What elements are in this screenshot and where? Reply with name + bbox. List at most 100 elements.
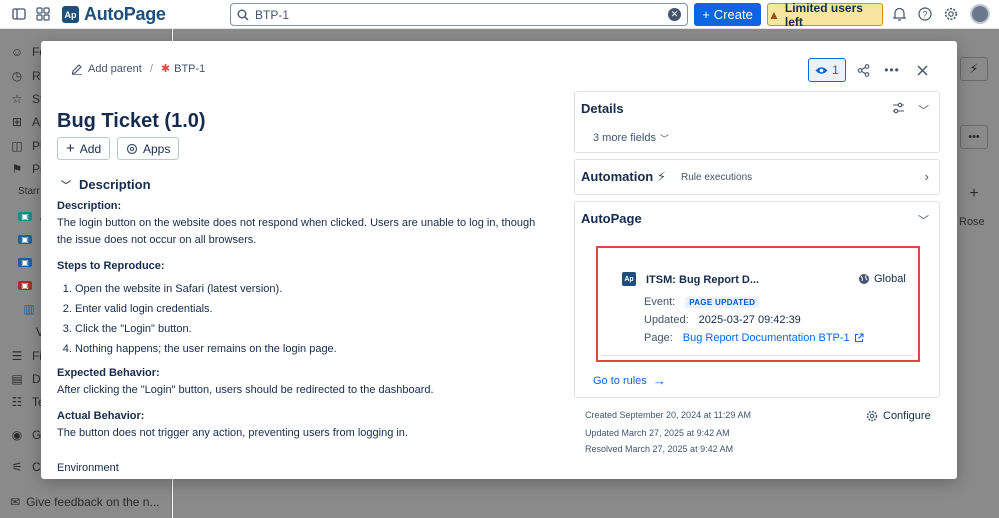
sidebar-toggle-icon[interactable] [8,3,30,25]
clear-search-icon[interactable]: ✕ [668,8,681,21]
issue-key-label: BTP-1 [174,63,205,75]
configure-button[interactable]: Configure [866,410,931,422]
eye-icon [815,66,828,75]
breadcrumb: Add parent / ✱ BTP-1 [71,62,205,75]
list-item: Nothing happens; the user remains on the… [75,341,547,358]
sidebar-board-item[interactable]: ▥ [22,302,36,316]
automation-panel[interactable]: Automation ⚡ Rule executions › [574,159,940,195]
create-label: Create [714,7,753,22]
close-icon [917,65,928,76]
updated-date: Updated March 27, 2025 at 9:42 AM [585,428,730,438]
issue-key-link[interactable]: ✱ BTP-1 [161,62,205,75]
sidebar-item-projects[interactable]: ⚑Pr [10,162,44,176]
description-text: The login button on the website does not… [57,215,547,249]
resolved-date: Resolved March 27, 2025 at 9:42 AM [585,444,733,454]
issue-title[interactable]: Bug Ticket (1.0) [57,110,206,133]
bg-lightning-icon: ⚡ [960,57,988,81]
autopage-rule-name[interactable]: ITSM: Bug Report D... [646,274,759,286]
give-feedback-link[interactable]: ✉ Give feedback on the n... [10,495,159,509]
notifications-icon[interactable] [888,3,910,25]
page-row: Page: Bug Report Documentation BTP-1 [644,332,864,344]
bg-plus-icon: + [960,180,988,208]
configure-label: Configure [883,410,931,422]
description-body[interactable]: Description: The login button on the web… [57,198,547,477]
project-icon: ▣ [18,235,32,244]
go-to-rules-link[interactable]: Go to rules → [593,373,666,388]
list-item: Click the "Login" button. [75,321,547,338]
updated-row: Updated: 2025-03-27 09:42:39 [644,314,801,326]
chevron-down-icon: ﹀ [660,132,669,145]
person-icon: ☺ [10,45,24,59]
bug-icon: ✱ [161,62,170,75]
event-label: Event: [644,296,675,308]
close-button[interactable] [910,58,934,82]
more-icon: ••• [884,63,900,77]
add-label: Add [80,142,101,156]
customize-icon: ⚟ [10,460,24,474]
apps-icon: ⊞ [10,115,24,129]
app-switcher-icon[interactable] [32,3,54,25]
external-link-icon [854,333,864,343]
autopage-highlight-card: Ap ITSM: Bug Report D... Global Event: P… [596,246,920,362]
autopage-title[interactable]: AutoPage [581,211,642,226]
app-name: AutoPage [84,4,166,25]
issue-modal: Add parent / ✱ BTP-1 1 ••• Bug Ticket (1… [41,41,957,479]
chevron-down-icon[interactable]: ﹀ [918,212,929,228]
share-icon [857,64,870,77]
sidebar-item-plans[interactable]: ◫Pl [10,139,43,153]
limited-users-button[interactable]: ▲ Limited users left [767,3,883,26]
edit-icon [71,63,83,75]
created-date: Created September 20, 2024 at 11:29 AM [585,410,751,420]
user-avatar[interactable] [970,4,990,24]
warning-icon: ▲ [768,8,780,22]
clock-icon: ◷ [10,69,24,83]
apps-label: Apps [143,142,170,156]
board-icon: ▥ [22,302,36,316]
list-item: Enter valid login credentials. [75,301,547,318]
arrow-right-icon: → [653,373,666,388]
page-link[interactable]: Bug Report Documentation BTP-1 [683,332,864,344]
add-parent-link[interactable]: Add parent [71,63,142,75]
settings-gear-icon[interactable] [940,3,962,25]
updated-label: Updated: [644,314,689,326]
autopage-panel: AutoPage ﹀ Ap ITSM: Bug Report D... Glob… [574,201,940,398]
plus-icon: + [702,7,710,22]
projects-icon: ⚑ [10,162,24,176]
search-value: BTP-1 [255,8,662,22]
autopage-card[interactable]: Ap ITSM: Bug Report D... Global Event: P… [602,252,914,356]
expected-text: After clicking the "Login" button, users… [57,382,547,399]
search-input[interactable]: BTP-1 ✕ [230,3,688,26]
bg-more-icon: ••• [960,125,988,149]
more-fields-label: 3 more fields [593,132,656,145]
steps-list: Open the website in Safari (latest versi… [75,281,547,358]
megaphone-icon: ✉ [10,495,20,509]
apps-button[interactable]: Apps [117,137,179,160]
autopage-logo-icon: Ap [622,272,636,286]
chevron-down-icon[interactable]: ﹀ [918,102,929,118]
star-icon: ☆ [10,92,24,106]
goals-icon: ◉ [10,428,24,442]
create-button[interactable]: + Create [694,3,761,26]
event-row: Event: PAGE UPDATED [644,296,759,308]
watch-button[interactable]: 1 [808,58,846,82]
lightning-icon: ⚡ [657,169,666,185]
search-icon [237,9,249,21]
sidebar-item-teams[interactable]: ☷Te [10,395,45,409]
list-item: Open the website in Safari (latest versi… [75,281,547,298]
plus-icon: + [66,140,75,157]
page-label: Page: [644,332,673,344]
details-settings-icon[interactable] [892,102,905,117]
more-actions-button[interactable]: ••• [880,58,904,82]
help-icon[interactable]: ? [914,3,936,25]
details-title[interactable]: Details [581,101,624,116]
app-logo[interactable]: Ap AutoPage [62,4,166,25]
description-toggle[interactable]: ﹀ Description [61,177,151,192]
more-fields-toggle[interactable]: 3 more fields ﹀ [593,132,669,145]
add-button[interactable]: + Add [57,137,110,160]
share-button[interactable] [851,58,875,82]
limited-users-label: Limited users left [785,1,882,29]
sidebar-item-starred[interactable]: ☆St [10,92,43,106]
sidebar-item-filters[interactable]: ☰Fil [10,349,45,363]
logo-icon: Ap [62,6,79,23]
dashboard-icon: ▤ [10,372,24,386]
